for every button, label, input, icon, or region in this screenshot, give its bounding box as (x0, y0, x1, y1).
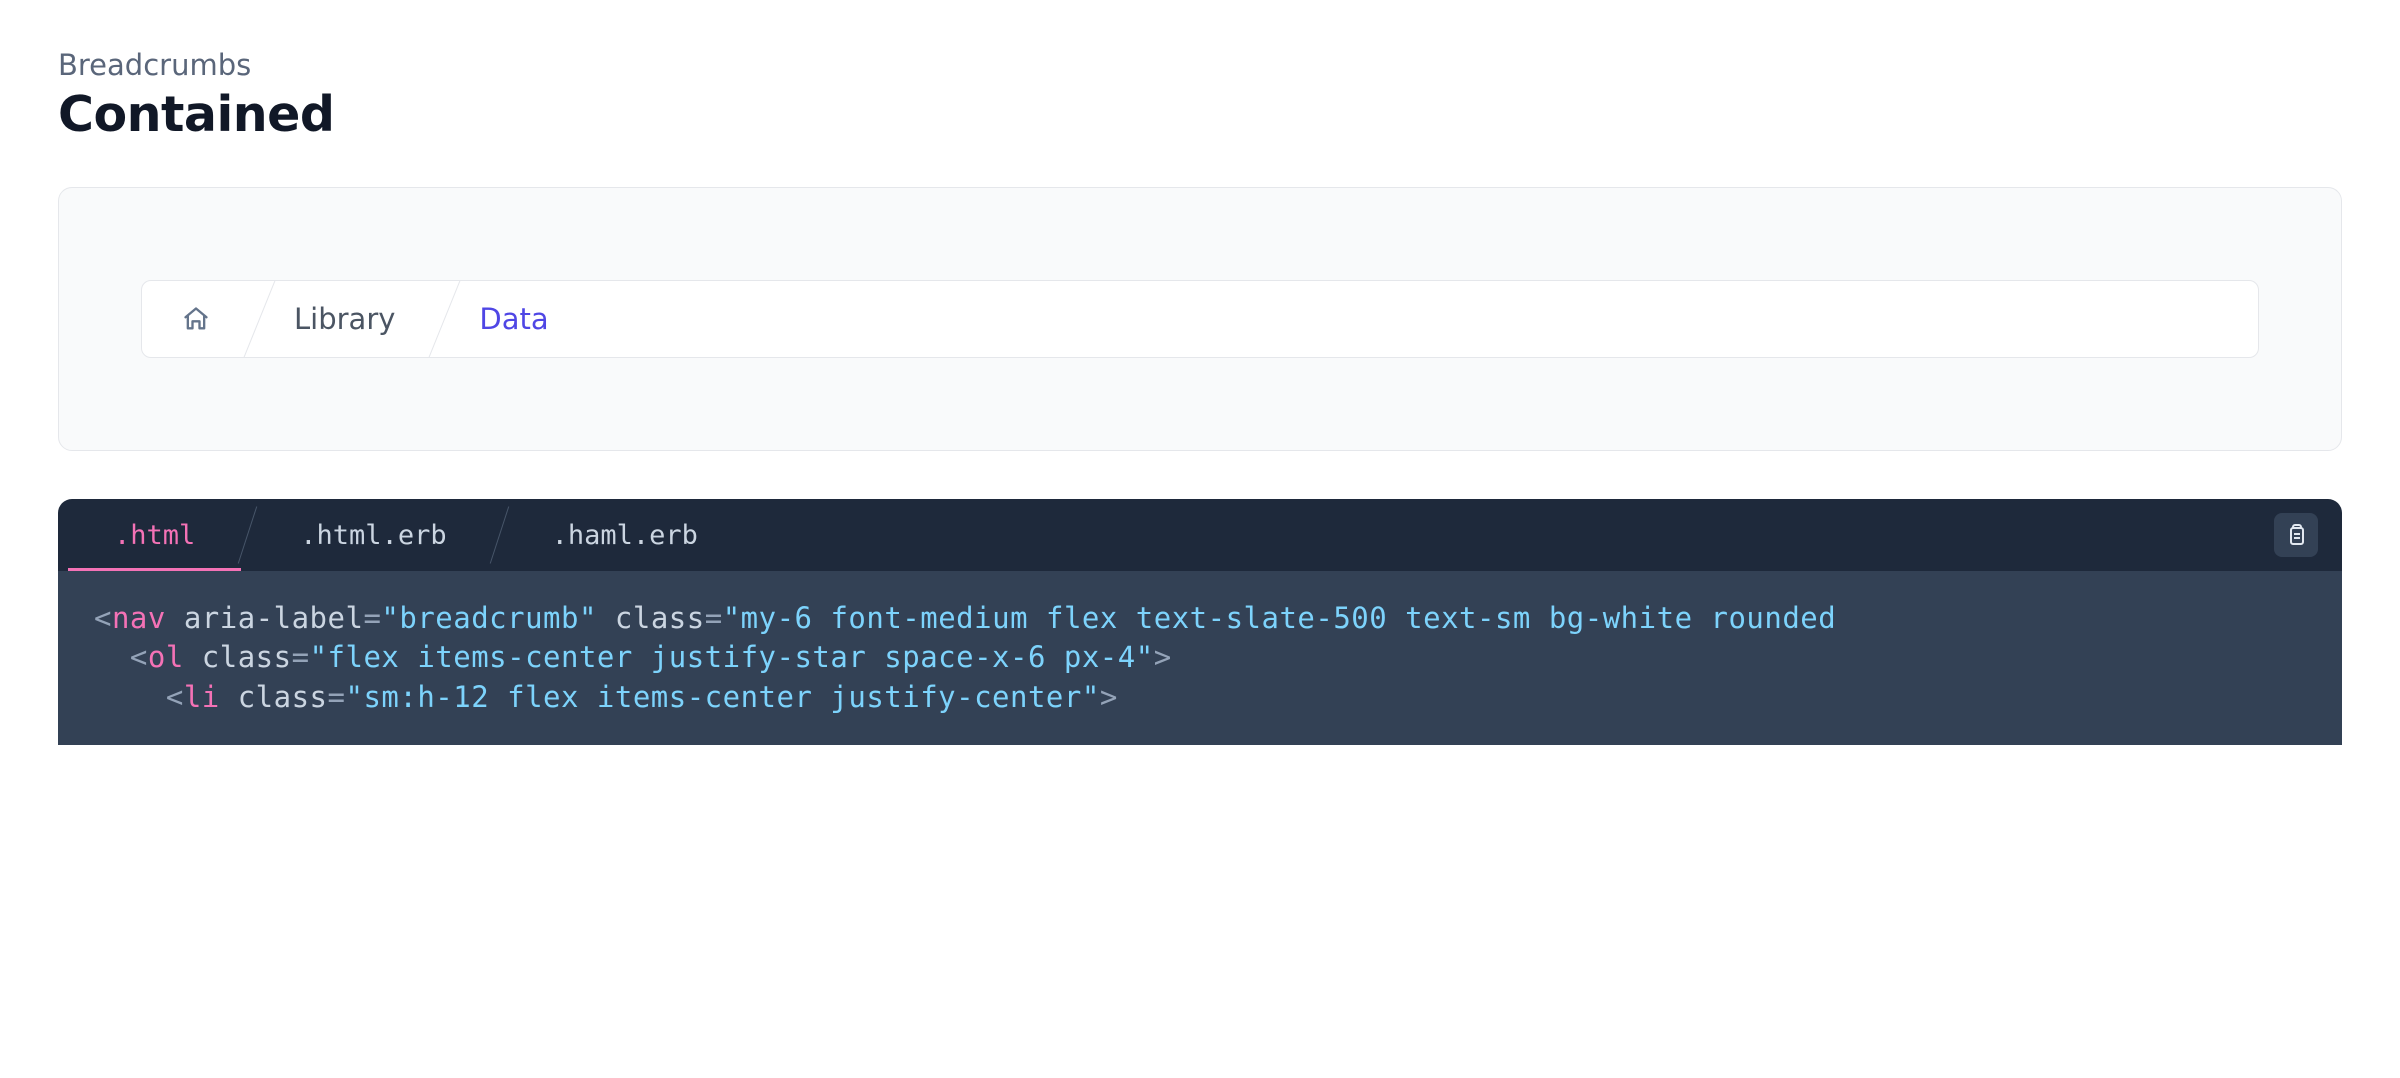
breadcrumb-label: Library (294, 302, 395, 336)
code-tab-html[interactable]: .html (62, 499, 247, 571)
copy-button[interactable] (2274, 513, 2318, 557)
code-token: flex items-center justify-star space-x-6… (328, 640, 1136, 674)
code-token: class (238, 680, 328, 714)
breadcrumb-nav: Library Data (141, 280, 2259, 358)
category-label: Breadcrumbs (58, 48, 2342, 82)
code-token: breadcrumb (399, 601, 579, 635)
code-token: class (615, 601, 705, 635)
code-tab-html-erb[interactable]: .html.erb (248, 499, 498, 571)
code-block[interactable]: <nav aria-label="breadcrumb" class="my-6… (58, 571, 2342, 745)
code-token: my-6 font-medium flex text-slate-500 tex… (741, 601, 1837, 635)
breadcrumb-item-library[interactable]: Library (260, 281, 445, 357)
page-header: Breadcrumbs Contained (58, 48, 2342, 143)
code-token: sm:h-12 flex items-center justify-center (363, 680, 1081, 714)
breadcrumb-label: Data (479, 302, 548, 336)
code-token: class (202, 640, 292, 674)
code-token: li (184, 680, 220, 714)
home-icon (182, 305, 210, 333)
breadcrumb-item-data[interactable]: Data (445, 281, 598, 357)
breadcrumb-home[interactable] (142, 281, 260, 357)
page-title: Contained (58, 86, 2342, 143)
code-token: aria-label (184, 601, 364, 635)
code-panel: .html .html.erb .haml.erb <nav aria-labe… (58, 499, 2342, 745)
clipboard-icon (2284, 523, 2308, 547)
code-tab-bar: .html .html.erb .haml.erb (58, 499, 2342, 571)
preview-panel: Library Data (58, 187, 2342, 451)
code-token: nav (112, 601, 166, 635)
code-tab-haml-erb[interactable]: .haml.erb (500, 499, 750, 571)
code-token: ol (148, 640, 184, 674)
